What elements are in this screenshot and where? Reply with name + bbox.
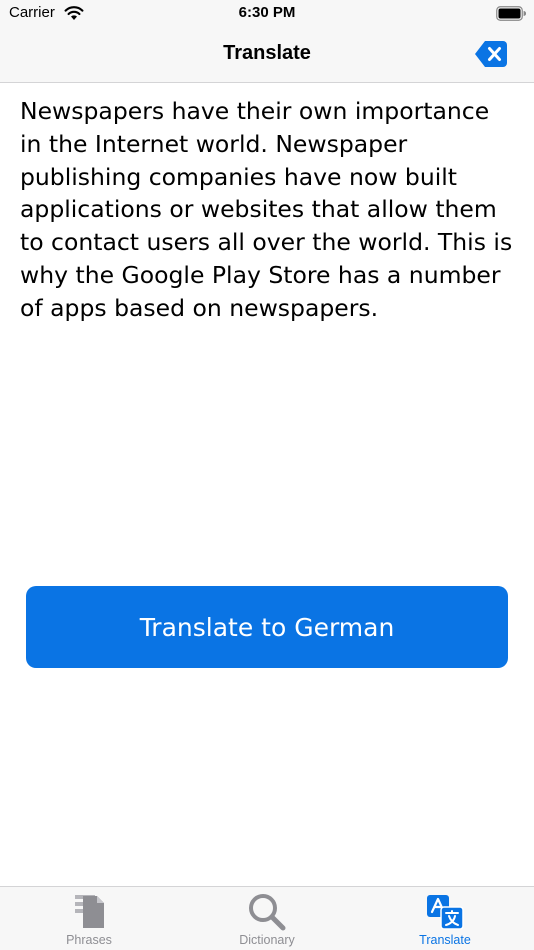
magnifier-icon — [249, 894, 286, 931]
translate-button[interactable]: Translate to German — [26, 586, 508, 668]
status-time: 6:30 PM — [238, 4, 296, 21]
delete-backward-icon — [475, 41, 507, 67]
tab-label-phrases: Phrases — [66, 933, 112, 947]
clear-text-button[interactable] — [474, 40, 508, 68]
translate-screen: Carrier 6:30 PM Translate Newspapers hav… — [0, 0, 534, 950]
tab-translate[interactable]: Translate — [356, 887, 534, 950]
status-bar: Carrier 6:30 PM — [0, 0, 534, 30]
tab-label-translate: Translate — [419, 933, 471, 947]
tab-bar: Phrases Dictionary Translate — [0, 886, 534, 950]
navigation-bar: Translate — [0, 30, 534, 83]
tab-dictionary[interactable]: Dictionary — [178, 887, 356, 950]
page-title: Translate — [223, 42, 311, 64]
source-text-area[interactable]: Newspapers have their own importance in … — [20, 95, 516, 325]
translate-icon — [427, 895, 464, 930]
tab-phrases[interactable]: Phrases — [0, 887, 178, 950]
battery-icon — [496, 6, 526, 21]
tab-label-dictionary: Dictionary — [239, 933, 295, 947]
document-stack-icon — [75, 895, 104, 928]
